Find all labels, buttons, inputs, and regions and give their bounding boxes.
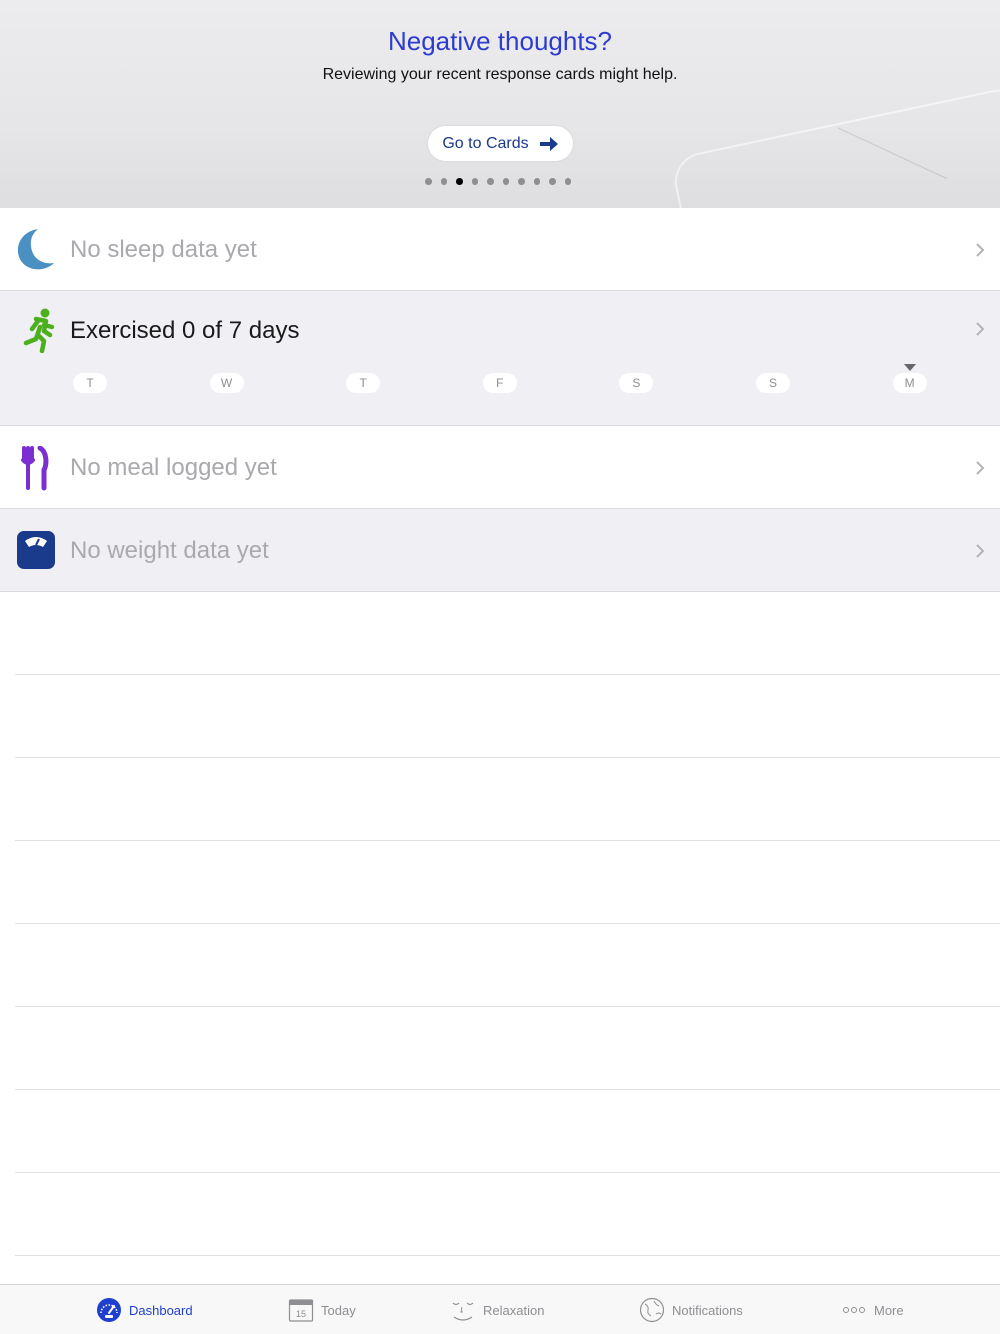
tab-relaxation-label: Relaxation	[483, 1302, 545, 1318]
empty-row-separator	[15, 1006, 1000, 1007]
weekday-badge: S	[619, 373, 654, 393]
page-dot[interactable]	[487, 178, 494, 185]
sleep-label: No sleep data yet	[70, 236, 257, 263]
speedometer-icon	[97, 1298, 121, 1322]
tab-today[interactable]: 15 Today	[288, 1297, 356, 1323]
page-dot[interactable]	[533, 178, 540, 185]
chevron-right-icon	[976, 322, 985, 336]
meal-row[interactable]: No meal logged yet	[0, 426, 1000, 509]
chevron-right-icon	[976, 243, 985, 257]
meal-label: No meal logged yet	[70, 454, 277, 481]
calendar-icon: 15	[288, 1299, 314, 1322]
chevron-right-icon	[976, 461, 985, 475]
tab-more[interactable]: More	[841, 1297, 904, 1323]
moon-icon	[17, 229, 54, 270]
page-dot[interactable]	[564, 178, 571, 185]
page-indicator[interactable]	[425, 178, 571, 185]
chevron-right-icon	[976, 544, 985, 558]
empty-row-separator	[15, 1255, 1000, 1256]
exercise-row[interactable]: Exercised 0 of 7 days T W T F S S M	[0, 291, 1000, 426]
weight-label: No weight data yet	[70, 537, 269, 564]
exercise-label: Exercised 0 of 7 days	[70, 317, 300, 344]
globe-icon	[639, 1297, 665, 1323]
page-dot[interactable]	[518, 178, 525, 185]
tab-today-label: Today	[321, 1302, 356, 1318]
sleep-row[interactable]: No sleep data yet	[0, 208, 1000, 291]
weekday-badge: M	[892, 373, 927, 393]
empty-row-separator	[15, 757, 1000, 758]
empty-row-separator	[15, 1172, 1000, 1173]
empty-row-separator	[15, 840, 1000, 841]
page-dot[interactable]	[549, 178, 556, 185]
banner-subtitle: Reviewing your recent response cards mig…	[322, 66, 678, 83]
go-to-cards-label: Go to Cards	[442, 134, 529, 152]
weekday-badge: W	[209, 373, 244, 393]
tab-dashboard-label: Dashboard	[129, 1302, 193, 1318]
empty-row-separator	[15, 674, 1000, 675]
page-dot[interactable]	[440, 178, 447, 185]
relaxed-face-icon	[452, 1302, 474, 1321]
weekday-strip: TWTFSSM	[0, 363, 1000, 403]
ellipsis-icon	[843, 1307, 865, 1313]
fork-knife-icon	[21, 446, 49, 491]
arrow-right-icon	[539, 136, 558, 151]
current-day-marker	[903, 364, 916, 371]
page-dot[interactable]	[425, 178, 432, 185]
tab-notifications-label: Notifications	[672, 1302, 743, 1318]
go-to-cards-button[interactable]: Go to Cards	[428, 126, 573, 161]
page-dot[interactable]	[456, 178, 463, 185]
page-dot[interactable]	[502, 178, 509, 185]
running-person-icon	[23, 308, 55, 353]
app-root: Negative thoughts? Reviewing your recent…	[0, 0, 1000, 1334]
tab-more-label: More	[874, 1302, 904, 1318]
tab-dashboard[interactable]: Dashboard	[96, 1297, 193, 1323]
empty-row-separator	[15, 1089, 1000, 1090]
page-dot[interactable]	[471, 178, 478, 185]
tab-notifications[interactable]: Notifications	[639, 1297, 743, 1323]
weekday-badge: F	[482, 373, 517, 393]
weekday-badge: T	[73, 373, 107, 393]
scale-icon	[17, 531, 55, 569]
weekday-badge: T	[346, 373, 381, 393]
tab-relaxation[interactable]: Relaxation	[450, 1297, 544, 1323]
tab-bar: Dashboard 15 Today Relaxation Notificati…	[0, 1284, 1000, 1334]
calendar-date: 15	[296, 1309, 306, 1319]
weekday-badge: S	[756, 373, 790, 393]
negative-thoughts-banner[interactable]: Negative thoughts? Reviewing your recent…	[0, 0, 1000, 208]
weight-row[interactable]: No weight data yet	[0, 509, 1000, 592]
empty-row-separator	[15, 923, 1000, 924]
banner-title: Negative thoughts?	[387, 26, 613, 56]
